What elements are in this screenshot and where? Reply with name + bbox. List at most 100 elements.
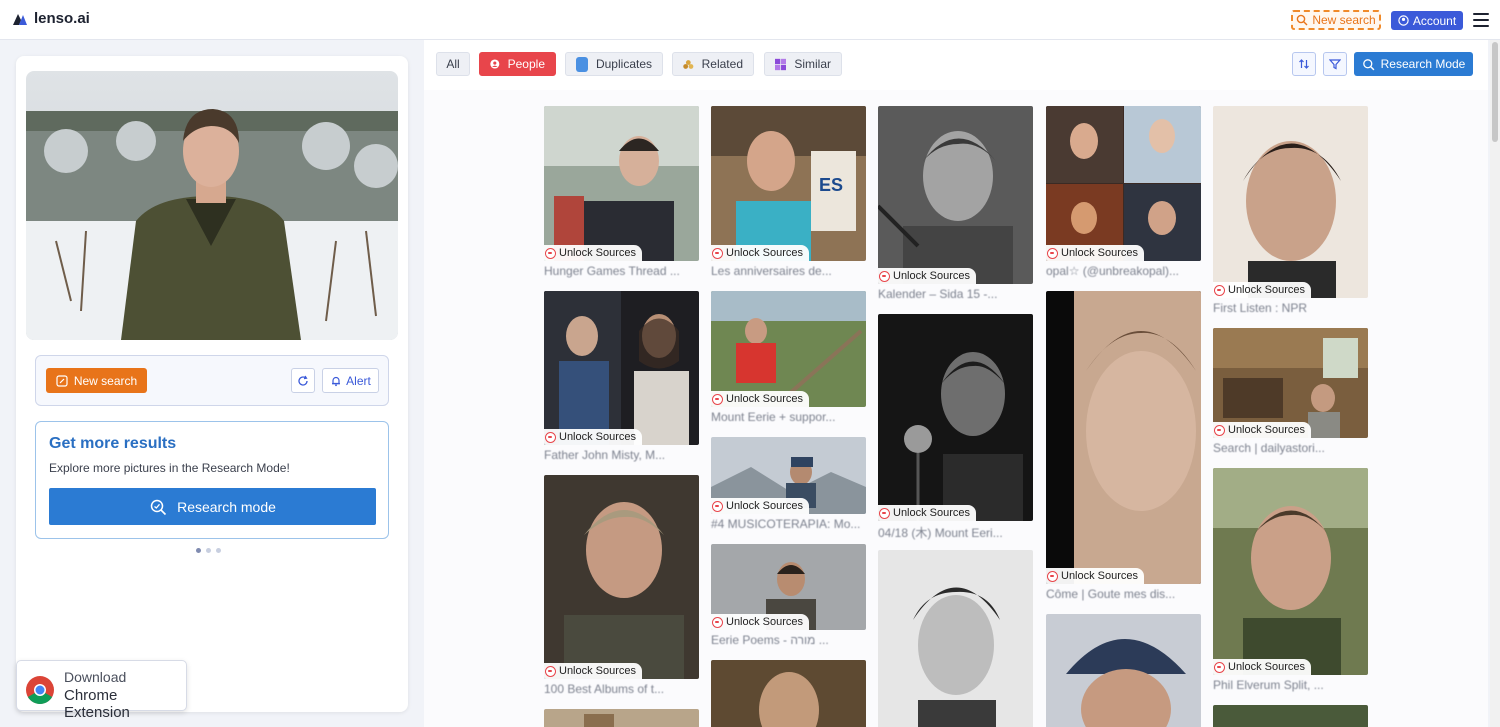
result-card[interactable]: Unlock Sources Hunger Games Thread ...: [544, 106, 699, 278]
filter-button[interactable]: [1323, 52, 1347, 76]
result-card[interactable]: Unlock Sources 04/18 (木) Mount Eeri...: [878, 314, 1033, 541]
result-card[interactable]: [878, 550, 1033, 727]
result-card[interactable]: [711, 660, 866, 727]
chrome-extension-banner[interactable]: Download Chrome Extension: [16, 660, 187, 721]
result-image: Unlock Sources: [1046, 106, 1201, 261]
menu-icon[interactable]: [1473, 13, 1489, 27]
unlock-sources-badge[interactable]: Unlock Sources: [1213, 659, 1312, 675]
carousel-dot[interactable]: [196, 548, 201, 553]
unlock-sources-badge[interactable]: Unlock Sources: [1213, 282, 1312, 298]
new-search-button[interactable]: New search: [46, 368, 147, 393]
result-title[interactable]: First Listen : NPR: [1213, 301, 1368, 315]
unlock-icon: [1214, 661, 1225, 673]
alert-label: Alert: [346, 373, 371, 388]
result-title[interactable]: Father John Misty, M...: [544, 448, 699, 462]
refresh-icon: [298, 375, 308, 386]
alert-icon: [332, 376, 341, 386]
result-title[interactable]: opal☆ (@unbreakopal)...: [1046, 264, 1201, 278]
result-card[interactable]: Unlock Sources Kalender – Sida 15 -...: [878, 106, 1033, 301]
filter-people[interactable]: People: [479, 52, 556, 76]
unlock-sources-badge[interactable]: Unlock Sources: [711, 614, 810, 630]
result-card[interactable]: Unlock Sources Côme | Goute mes dis...: [1046, 291, 1201, 601]
result-image: Unlock Sources: [711, 437, 866, 514]
result-title[interactable]: Hunger Games Thread ...: [544, 264, 699, 278]
query-image: [26, 71, 398, 340]
result-card[interactable]: Unlock Sources 100 Best Albums of t...: [544, 475, 699, 696]
result-title[interactable]: Côme | Goute mes dis...: [1046, 587, 1201, 601]
filter-similar[interactable]: Similar: [764, 52, 842, 76]
unlock-icon: [1214, 284, 1225, 296]
result-title[interactable]: 04/18 (木) Mount Eeri...: [878, 524, 1033, 541]
filter-duplicates[interactable]: Duplicates: [565, 52, 663, 76]
result-card[interactable]: Unlock Sources Search | dailyastori...: [1213, 328, 1368, 455]
result-title[interactable]: Mount Eerie + suppor...: [711, 410, 866, 424]
result-title[interactable]: Eerie Poems - מורה ...: [711, 633, 866, 647]
refresh-button[interactable]: [291, 368, 315, 393]
badge-label: Unlock Sources: [1061, 247, 1139, 259]
result-card[interactable]: Unlock Sources Father John Misty, M...: [544, 291, 699, 462]
account-icon: [1398, 15, 1409, 26]
unlock-sources-badge[interactable]: Unlock Sources: [878, 505, 977, 521]
unlock-sources-badge[interactable]: Unlock Sources: [1213, 422, 1312, 438]
svg-text:ES: ES: [819, 175, 843, 195]
account-button[interactable]: Account: [1391, 11, 1463, 30]
result-image: Unlock Sources: [711, 544, 866, 630]
unlock-sources-badge[interactable]: Unlock Sources: [544, 429, 643, 445]
result-card[interactable]: [1213, 705, 1368, 727]
result-image: [711, 660, 866, 727]
filter-all[interactable]: All: [436, 52, 470, 76]
carousel-dot[interactable]: [206, 548, 211, 553]
result-title[interactable]: Search | dailyastori...: [1213, 441, 1368, 455]
result-card[interactable]: Unlock Sources Phil Elverum Split, ...: [1213, 468, 1368, 692]
related-icon: [683, 59, 694, 69]
new-search-top-button[interactable]: New search: [1291, 10, 1381, 30]
filter-related[interactable]: Related: [672, 52, 754, 76]
alert-button[interactable]: Alert: [322, 368, 379, 393]
unlock-sources-badge[interactable]: Unlock Sources: [711, 245, 810, 261]
result-card[interactable]: Unlock Sources Mount Eerie + suppor...: [711, 291, 866, 424]
research-mode-top-button[interactable]: Research Mode: [1354, 52, 1473, 76]
result-image: Unlock Sources: [878, 314, 1033, 521]
result-image: Unlock Sources: [878, 106, 1033, 284]
result-image: Unlock Sources: [544, 291, 699, 445]
scroll-thumb[interactable]: [1492, 42, 1498, 142]
result-title[interactable]: Phil Elverum Split, ...: [1213, 678, 1368, 692]
result-title[interactable]: Kalender – Sida 15 -...: [878, 287, 1033, 301]
filter-all-label: All: [446, 57, 460, 71]
filter-icon: [1329, 59, 1341, 70]
result-card[interactable]: [1046, 614, 1201, 727]
result-card[interactable]: Unlock Sources First Listen : NPR: [1213, 106, 1368, 315]
result-card[interactable]: Unlock Sources opal☆ (@unbreakopal)...: [1046, 106, 1201, 278]
filter-people-label: People: [507, 57, 545, 71]
unlock-sources-badge[interactable]: Unlock Sources: [878, 268, 977, 284]
result-image: [544, 709, 699, 727]
unlock-sources-badge[interactable]: Unlock Sources: [544, 245, 643, 261]
research-mode-button[interactable]: Research mode: [49, 488, 376, 525]
result-image: [1213, 705, 1368, 727]
unlock-sources-badge[interactable]: Unlock Sources: [711, 498, 810, 514]
unlock-icon: [545, 431, 556, 443]
badge-label: Unlock Sources: [559, 431, 637, 443]
logo[interactable]: lenso.ai: [12, 10, 90, 27]
result-title[interactable]: #4 MUSICOTERAPIA: Mo...: [711, 517, 866, 531]
result-card[interactable]: [544, 709, 699, 727]
carousel-dot[interactable]: [216, 548, 221, 553]
result-card[interactable]: ES Unlock Sources Les anniversaires de..…: [711, 106, 866, 278]
unlock-sources-badge[interactable]: Unlock Sources: [1046, 568, 1145, 584]
logo-text: lenso.ai: [34, 10, 90, 27]
badge-label: Unlock Sources: [1228, 284, 1306, 296]
unlock-sources-badge[interactable]: Unlock Sources: [544, 663, 643, 679]
result-title[interactable]: 100 Best Albums of t...: [544, 682, 699, 696]
result-card[interactable]: Unlock Sources #4 MUSICOTERAPIA: Mo...: [711, 437, 866, 531]
filter-bar: All People Duplicates Related Similar Re…: [424, 40, 1488, 90]
sort-button[interactable]: [1292, 52, 1316, 76]
similar-icon: [775, 58, 787, 70]
badge-label: Unlock Sources: [726, 247, 804, 259]
scrollbar[interactable]: [1490, 40, 1500, 727]
result-card[interactable]: Unlock Sources Eerie Poems - מורה ...: [711, 544, 866, 647]
result-image: Unlock Sources: [544, 106, 699, 261]
unlock-sources-badge[interactable]: Unlock Sources: [1046, 245, 1145, 261]
result-title[interactable]: Les anniversaires de...: [711, 264, 866, 278]
unlock-sources-badge[interactable]: Unlock Sources: [711, 391, 810, 407]
extension-line1: Download: [64, 669, 127, 685]
